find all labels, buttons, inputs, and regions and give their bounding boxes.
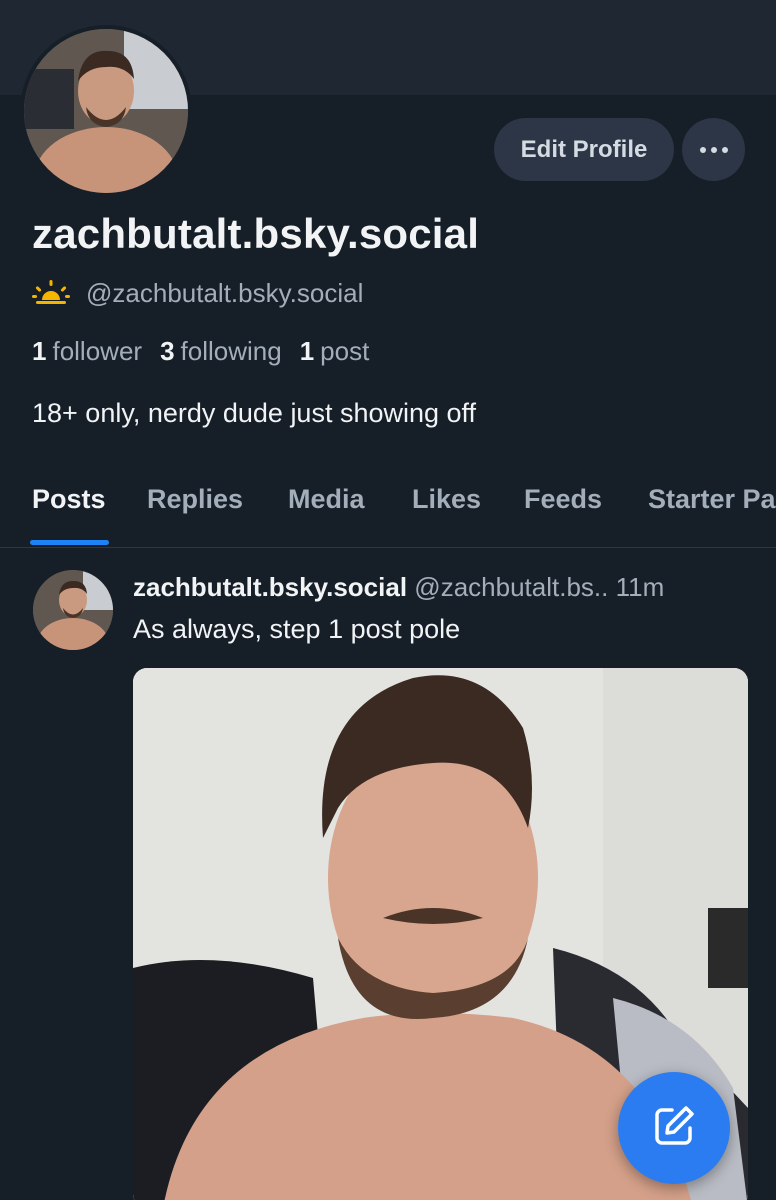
edit-profile-button[interactable]: Edit Profile	[494, 118, 674, 181]
profile-bio: 18+ only, nerdy dude just showing off	[32, 398, 477, 428]
handle-row: @zachbutalt.bsky.social	[32, 278, 363, 309]
post-author-avatar[interactable]	[33, 570, 113, 650]
profile-stats: 1 follower 3 following 1 post	[32, 336, 369, 367]
tab-media[interactable]: Media	[288, 484, 365, 515]
posts-stat: 1 post	[299, 336, 370, 366]
followers-stat[interactable]: 1 follower	[32, 336, 142, 367]
tab-posts[interactable]: Posts	[32, 484, 106, 515]
sun-icon	[32, 278, 70, 309]
active-tab-indicator	[30, 540, 109, 545]
profile-tabs: Posts Replies Media Likes Feeds Starter …	[0, 470, 776, 548]
compose-post-button[interactable]	[618, 1072, 730, 1184]
post-header: zachbutalt.bsky.social @zachbutalt.bs.. …	[133, 572, 664, 603]
post-author-name[interactable]: zachbutalt.bsky.social	[133, 572, 407, 602]
post-text: As always, step 1 post pole	[133, 614, 461, 644]
tab-starter-packs[interactable]: Starter Packs	[648, 484, 776, 515]
tab-likes[interactable]: Likes	[412, 484, 481, 515]
compose-icon	[650, 1102, 698, 1155]
tab-replies[interactable]: Replies	[147, 484, 243, 515]
post-timestamp[interactable]: 11m	[616, 572, 665, 602]
post-author-handle[interactable]: @zachbutalt.bs..	[414, 572, 608, 602]
tab-feeds[interactable]: Feeds	[524, 484, 602, 515]
more-options-button[interactable]	[682, 118, 745, 181]
profile-avatar[interactable]	[20, 25, 192, 197]
profile-display-name: zachbutalt.bsky.social	[32, 210, 480, 257]
profile-handle: @zachbutalt.bsky.social	[86, 278, 364, 308]
following-stat[interactable]: 3 following	[160, 336, 282, 367]
more-horizontal-icon	[699, 146, 728, 153]
